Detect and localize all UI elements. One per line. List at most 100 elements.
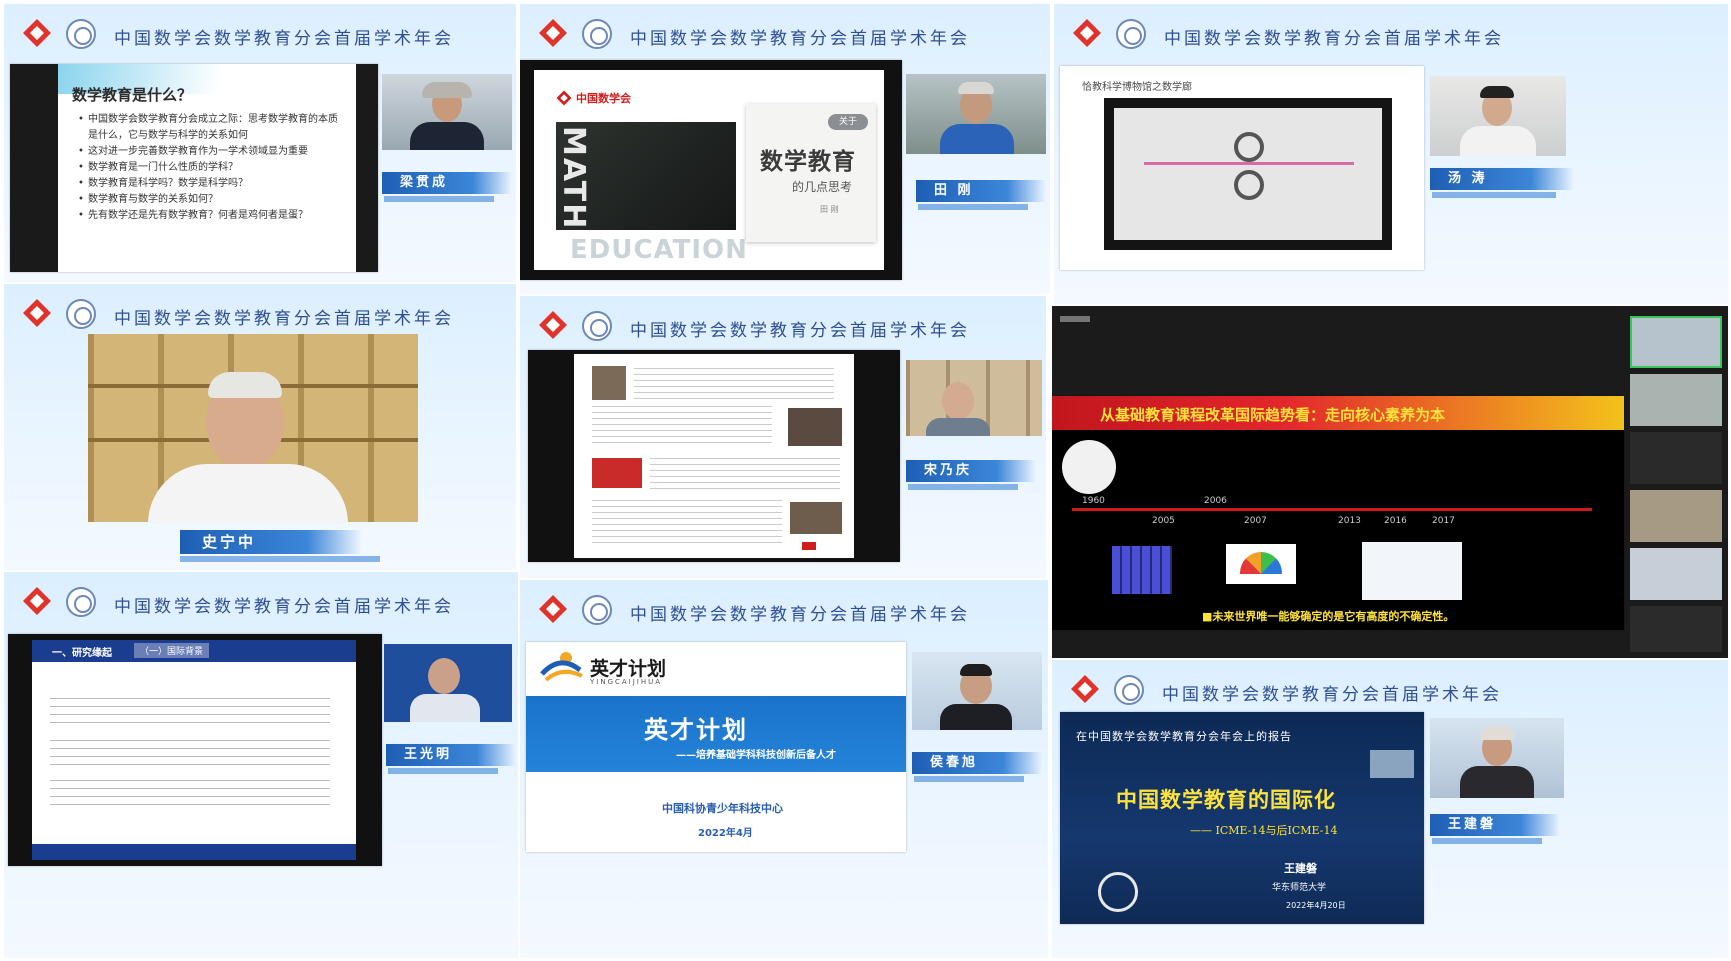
status-indicator xyxy=(1060,316,1090,322)
slide-title: 数学教育 xyxy=(760,149,856,175)
yingcai-logo-sub: YINGCAIJIHUA xyxy=(590,678,663,686)
slide-org: 中国科协青少年科技中心 xyxy=(662,802,783,815)
slide-title: 中国数学教育的国际化 xyxy=(1116,788,1336,812)
yingcai-logo-icon xyxy=(540,652,583,682)
emblem-icon xyxy=(66,19,96,49)
slide-tab: 一、研究缘起 xyxy=(52,648,112,659)
shared-slide: 中国数学会 MATH EDUCATION 关于 数学教育 的几点思考 田 刚 xyxy=(520,60,902,280)
slide-subtitle: —— ICME-14与后ICME-14 xyxy=(1190,824,1338,837)
participant-thumbnail[interactable] xyxy=(1630,548,1722,600)
video-tile-3[interactable]: 中国数学会数学教育分会首届学术年会 恰教科学博物馆之数学廊 汤 涛 xyxy=(1054,4,1728,304)
speaker-nametag: 汤 涛 xyxy=(1430,168,1574,190)
speaker-nametag: 田 刚 xyxy=(916,180,1046,202)
video-tile-5[interactable]: 中国数学会数学教育分会首届学术年会 宋乃庆 xyxy=(520,296,1046,578)
slide-brand: 中国数学会 xyxy=(576,92,631,105)
tile-header: 中国数学会数学教育分会首届学术年会 xyxy=(4,4,516,62)
shared-slide: 英才计划 YINGCAIJIHUA 英才计划 ——培养基础学科科技创新后备人才 … xyxy=(526,642,906,852)
emblem-icon xyxy=(1116,19,1146,49)
math-vertical-text: MATH xyxy=(556,126,591,231)
timeline-year-top: 2006 xyxy=(1204,496,1227,506)
yingcai-logo-text: 英才计划 xyxy=(590,658,667,680)
society-logo-icon xyxy=(23,587,51,615)
tile-header: 中国数学会数学教育分会首届学术年会 xyxy=(520,296,1046,354)
conference-title: 中国数学会数学教育分会首届学术年会 xyxy=(1162,685,1502,705)
slide-title: 英才计划 xyxy=(644,716,748,744)
rainbow-chart xyxy=(1226,544,1296,584)
timeline-year: 2005 xyxy=(1152,516,1175,526)
tile-header: 中国数学会数学教育分会首届学术年会 xyxy=(1054,4,1728,62)
participant-thumbnail[interactable] xyxy=(1630,432,1722,484)
slide-bullets: 中国数学会数学教育分会成立之际：思考数学教育的本质是什么，它与数学与科学的关系如… xyxy=(78,112,340,224)
floorplan-image xyxy=(1104,98,1392,250)
video-tile-9[interactable]: 中国数学会数学教育分会首届学术年会 在中国数学会数学教育分会年会上的报告 中国数… xyxy=(1052,660,1728,958)
slide-footer: ■未来世界唯一能够确定的是它有高度的不确定性。 xyxy=(1202,610,1455,623)
diagram-circle xyxy=(1062,440,1116,494)
slide-caption: 恰教科学博物馆之数学廊 xyxy=(1082,82,1192,93)
timeline-year: 2017 xyxy=(1432,516,1455,526)
university-seal-icon xyxy=(1098,872,1138,912)
slide-affiliation: 华东师范大学 xyxy=(1272,883,1327,893)
video-tile-7[interactable]: 中国数学会数学教育分会首届学术年会 一、研究缘起 （一）国际背景 王光明 xyxy=(4,572,518,958)
tile-header: 中国数学会数学教育分会首届学术年会 xyxy=(520,580,1048,638)
society-logo-icon xyxy=(539,595,567,623)
slide-title: 从基础教育课程改革国际趋势看：走向核心素养为本 xyxy=(1100,406,1446,424)
society-logo-icon xyxy=(1071,675,1099,703)
video-tile-6[interactable]: 从基础教育课程改革国际趋势看：走向核心素养为本 1960 2006 2005 2… xyxy=(1052,306,1728,658)
chart-blocks xyxy=(1112,546,1172,594)
slide-author: 田 刚 xyxy=(820,205,839,214)
video-tile-8[interactable]: 中国数学会数学教育分会首届学术年会 英才计划 YINGCAIJIHUA 英才计划… xyxy=(520,580,1048,958)
slide-subtitle: 的几点思考 xyxy=(792,180,853,194)
speaker-camera xyxy=(88,334,418,522)
list-item: 中国数学会数学教育分会成立之际：思考数学教育的本质是什么，它与数学与科学的关系如… xyxy=(78,112,340,144)
timeline xyxy=(1072,508,1592,511)
tile-header: 中国数学会数学教育分会首届学术年会 xyxy=(1052,660,1728,718)
list-item: 这对进一步完善数学教育作为一学术领域显为重要 xyxy=(78,144,340,160)
society-logo-icon xyxy=(556,90,572,106)
list-item: 数学教育是科学吗？数学是科学吗？ xyxy=(78,176,340,192)
video-tile-1[interactable]: 中国数学会数学教育分会首届学术年会 数学教育是什么？ 中国数学会数学教育分会成立… xyxy=(4,4,516,282)
slide-author: 王建磐 xyxy=(1284,862,1317,875)
participant-thumbnail[interactable] xyxy=(1630,490,1722,542)
conference-title: 中国数学会数学教育分会首届学术年会 xyxy=(630,321,970,341)
speaker-nametag: 梁贯成 xyxy=(382,172,512,194)
speaker-nametag: 宋乃庆 xyxy=(906,460,1036,482)
participant-thumbnail[interactable] xyxy=(1630,374,1722,426)
slide-tab: （一）国际背景 xyxy=(134,643,210,658)
speaker-nametag: 侯春旭 xyxy=(912,752,1042,774)
emblem-icon xyxy=(66,587,96,617)
society-logo-icon xyxy=(23,299,51,327)
slide-title: 数学教育是什么？ xyxy=(72,86,193,104)
slide-topline: 在中国数学会数学教育分会年会上的报告 xyxy=(1076,730,1292,743)
speaker-camera xyxy=(1430,76,1566,156)
speaker-nametag: 史宁中 xyxy=(180,530,362,554)
shared-slide xyxy=(528,350,900,562)
slide-date: 2022年4月20日 xyxy=(1286,901,1346,910)
speaker-camera xyxy=(906,360,1042,436)
society-logo-icon xyxy=(539,19,567,47)
table-image xyxy=(1362,542,1462,600)
emblem-icon xyxy=(582,19,612,49)
society-logo-icon xyxy=(23,19,51,47)
slide-tag: 关于 xyxy=(828,114,868,130)
video-tile-2[interactable]: 中国数学会数学教育分会首届学术年会 中国数学会 MATH EDUCATION 关… xyxy=(520,4,1050,294)
participant-thumbnail[interactable] xyxy=(1630,606,1722,652)
conference-title: 中国数学会数学教育分会首届学术年会 xyxy=(630,29,970,49)
society-logo-icon xyxy=(539,311,567,339)
speaker-camera xyxy=(382,74,512,150)
slide-title-card: 关于 数学教育 的几点思考 田 刚 xyxy=(746,104,876,242)
video-tile-4[interactable]: 中国数学会数学教育分会首届学术年会 史宁中 xyxy=(4,284,516,570)
emblem-icon xyxy=(582,595,612,625)
timeline-year-top: 1960 xyxy=(1082,496,1105,506)
tile-header: 中国数学会数学教育分会首届学术年会 xyxy=(4,572,518,630)
participant-thumbnail[interactable] xyxy=(1630,316,1722,368)
list-item: 先有数学还是先有数学教育？何者是鸡何者是蛋？ xyxy=(78,208,340,224)
timeline-year: 2016 xyxy=(1384,516,1407,526)
participant-strip[interactable] xyxy=(1630,316,1722,652)
conference-title: 中国数学会数学教育分会首届学术年会 xyxy=(1164,29,1504,49)
slide-subtitle: ——培养基础学科科技创新后备人才 xyxy=(676,750,836,761)
conference-title: 中国数学会数学教育分会首届学术年会 xyxy=(114,597,454,617)
shared-slide: 从基础教育课程改革国际趋势看：走向核心素养为本 1960 2006 2005 2… xyxy=(1052,396,1624,630)
shared-slide: 一、研究缘起 （一）国际背景 xyxy=(8,634,382,866)
conference-title: 中国数学会数学教育分会首届学术年会 xyxy=(630,605,970,625)
education-bg-text: EDUCATION xyxy=(570,235,748,265)
